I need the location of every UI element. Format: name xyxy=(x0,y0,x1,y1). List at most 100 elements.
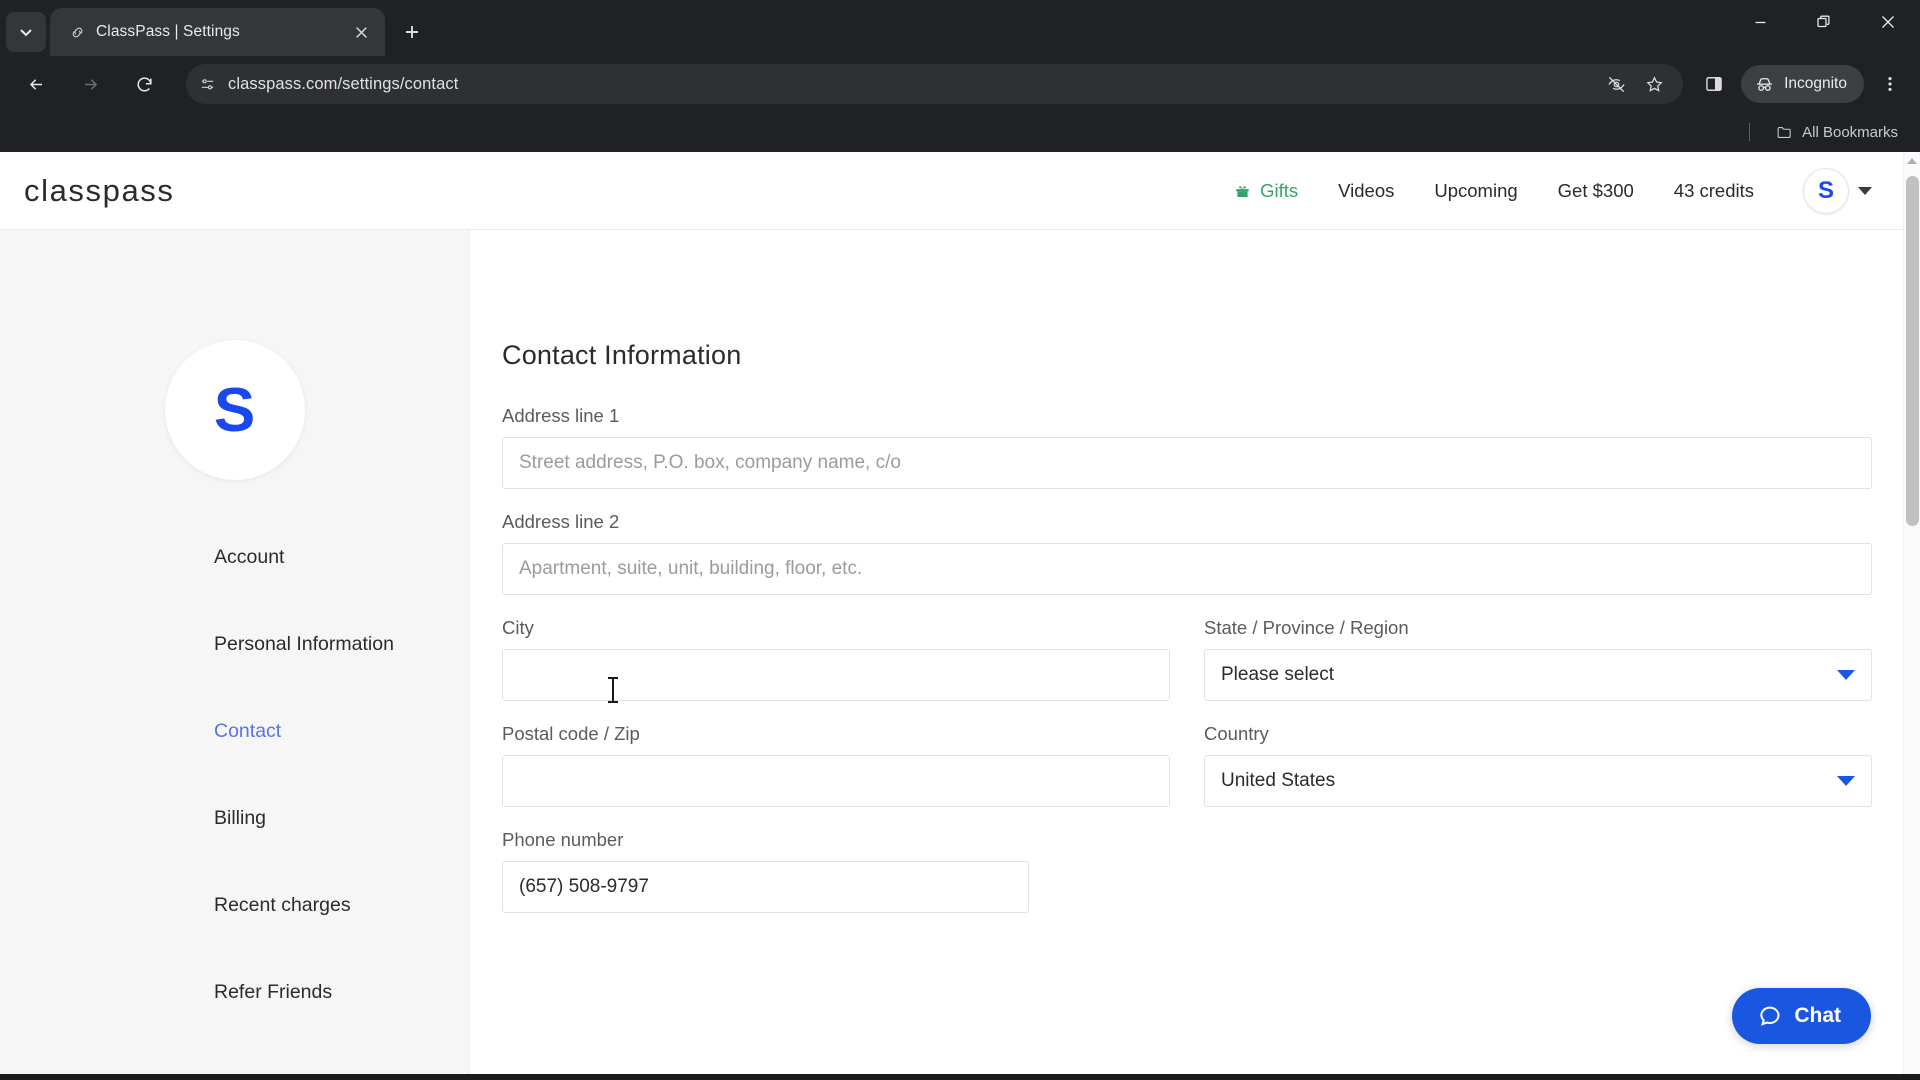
close-window-button[interactable] xyxy=(1856,0,1920,44)
chevron-down-icon[interactable] xyxy=(1837,776,1855,786)
nav-item-videos[interactable]: Videos xyxy=(1318,180,1414,202)
settings-nav: Account Personal Information Contact Bil… xyxy=(0,546,469,1068)
minimize-icon xyxy=(1755,21,1765,23)
plus-icon xyxy=(406,26,418,38)
address-line-1-input[interactable]: Street address, P.O. box, company name, … xyxy=(502,437,1872,489)
nav-label-upcoming: Upcoming xyxy=(1434,179,1518,201)
close-icon xyxy=(355,26,367,38)
country-select-value: United States xyxy=(1221,770,1336,791)
contact-form: Contact Information Address line 1 Stree… xyxy=(470,230,1920,1074)
field-city: City xyxy=(502,617,1170,701)
new-tab-button[interactable] xyxy=(395,15,429,49)
all-bookmarks-button[interactable]: All Bookmarks xyxy=(1768,119,1906,146)
incognito-hat-icon xyxy=(1757,77,1773,91)
sidebar-item-contact[interactable]: Contact xyxy=(214,720,469,743)
all-bookmarks-label: All Bookmarks xyxy=(1802,123,1898,141)
maximize-button[interactable] xyxy=(1792,0,1856,44)
field-phone-number: Phone number (657) 508-9797 xyxy=(502,829,1872,913)
browser-window: ClassPass | Settings classpass.com/setti… xyxy=(0,0,1920,1080)
side-panel-icon xyxy=(1706,77,1722,91)
incognito-indicator[interactable]: Incognito xyxy=(1741,65,1864,103)
field-country: Country United States xyxy=(1204,723,1872,807)
label-postal-code: Postal code / Zip xyxy=(502,723,640,744)
back-button[interactable] xyxy=(16,64,56,104)
bookmarks-divider xyxy=(1749,123,1751,141)
site-nav: Gifts Videos Upcoming Get $300 43 credit… xyxy=(1214,168,1872,213)
os-taskbar xyxy=(0,1074,1920,1080)
tab-strip: ClassPass | Settings xyxy=(0,0,1920,56)
incognito-label: Incognito xyxy=(1784,75,1847,92)
reload-button[interactable] xyxy=(124,64,164,104)
nav-item-gifts[interactable]: Gifts xyxy=(1214,180,1318,202)
browser-tab[interactable]: ClassPass | Settings xyxy=(50,8,385,56)
url-text[interactable]: classpass.com/settings/contact xyxy=(228,75,1593,94)
nav-label-credits: 43 credits xyxy=(1673,179,1754,201)
minimize-button[interactable] xyxy=(1728,0,1792,44)
chat-bubble-icon xyxy=(1760,1006,1780,1026)
label-address-line-1: Address line 1 xyxy=(502,405,620,426)
three-dot-menu-icon xyxy=(1888,77,1892,91)
state-select[interactable]: Please select xyxy=(1204,649,1872,701)
scroll-up-arrow-icon[interactable] xyxy=(1904,152,1920,169)
profile-avatar[interactable]: S xyxy=(164,340,305,480)
sidebar-item-recent-charges[interactable]: Recent charges xyxy=(214,894,469,917)
postal-code-input[interactable] xyxy=(502,755,1170,807)
toolbar-right: Incognito xyxy=(1695,64,1910,104)
address-bar[interactable]: classpass.com/settings/contact xyxy=(186,64,1684,104)
field-address-line-2: Address line 2 Apartment, suite, unit, b… xyxy=(502,511,1872,595)
nav-label-get-300: Get $300 xyxy=(1557,179,1634,201)
address-line-2-input[interactable]: Apartment, suite, unit, building, floor,… xyxy=(502,543,1872,595)
bookmark-star-button[interactable] xyxy=(1637,67,1671,101)
address-line-2-placeholder: Apartment, suite, unit, building, floor,… xyxy=(519,558,863,579)
label-state: State / Province / Region xyxy=(1204,617,1409,638)
sidebar-item-personal-information[interactable]: Personal Information xyxy=(214,633,469,656)
nav-item-upcoming[interactable]: Upcoming xyxy=(1414,180,1537,202)
forward-button[interactable] xyxy=(70,64,110,104)
arrow-left-icon xyxy=(29,78,42,90)
chat-button[interactable]: Chat xyxy=(1732,988,1871,1044)
reload-icon xyxy=(137,76,152,92)
tracking-protection-button[interactable] xyxy=(1599,67,1633,101)
side-panel-button[interactable] xyxy=(1695,65,1733,103)
label-phone-number: Phone number xyxy=(502,829,624,850)
nav-item-get-300[interactable]: Get $300 xyxy=(1538,180,1654,202)
window-controls xyxy=(1728,0,1920,56)
tab-title: ClassPass | Settings xyxy=(96,23,240,40)
arrow-right-icon xyxy=(84,78,97,90)
restore-window-icon xyxy=(1817,15,1830,28)
account-menu[interactable]: S xyxy=(1804,168,1872,213)
page-body: S Account Personal Information Contact B… xyxy=(0,230,1920,1074)
city-input[interactable] xyxy=(502,649,1170,701)
sidebar-item-billing[interactable]: Billing xyxy=(214,807,469,830)
field-address-line-1: Address line 1 Street address, P.O. box,… xyxy=(502,405,1872,489)
avatar[interactable]: S xyxy=(1804,168,1848,213)
tab-search-button[interactable] xyxy=(6,12,46,52)
chevron-down-icon[interactable] xyxy=(1837,670,1855,680)
country-select[interactable]: United States xyxy=(1204,755,1872,807)
sidebar-item-refer-friends[interactable]: Refer Friends xyxy=(214,981,469,1004)
nav-label-videos: Videos xyxy=(1338,179,1395,201)
chrome-menu-button[interactable] xyxy=(1870,64,1910,104)
field-postal-code: Postal code / Zip xyxy=(502,723,1170,807)
folder-icon xyxy=(1777,126,1791,138)
chevron-down-icon[interactable] xyxy=(1858,186,1872,195)
scrollbar-thumb[interactable] xyxy=(1906,176,1919,526)
page-scrollbar[interactable] xyxy=(1903,152,1920,1074)
star-icon xyxy=(1645,75,1663,92)
tab-close-button[interactable] xyxy=(349,20,373,44)
eye-slash-icon xyxy=(1608,76,1625,92)
sidebar-item-account[interactable]: Account xyxy=(214,546,469,569)
link-chain-icon xyxy=(68,23,86,41)
site-header: classpass Gifts Videos Upcoming Get $300… xyxy=(0,152,1920,230)
label-country: Country xyxy=(1204,723,1269,744)
field-state: State / Province / Region Please select xyxy=(1204,617,1872,701)
chat-button-label: Chat xyxy=(1794,1004,1841,1027)
state-select-value: Please select xyxy=(1221,664,1335,685)
chevron-down-icon xyxy=(20,29,32,37)
page-settings-icon[interactable] xyxy=(192,69,222,99)
close-icon xyxy=(1882,16,1894,28)
settings-sidebar: S Account Personal Information Contact B… xyxy=(0,230,470,1074)
phone-number-input[interactable]: (657) 508-9797 xyxy=(502,861,1029,913)
nav-item-credits[interactable]: 43 credits xyxy=(1654,180,1774,202)
classpass-logo[interactable]: classpass xyxy=(24,173,175,209)
